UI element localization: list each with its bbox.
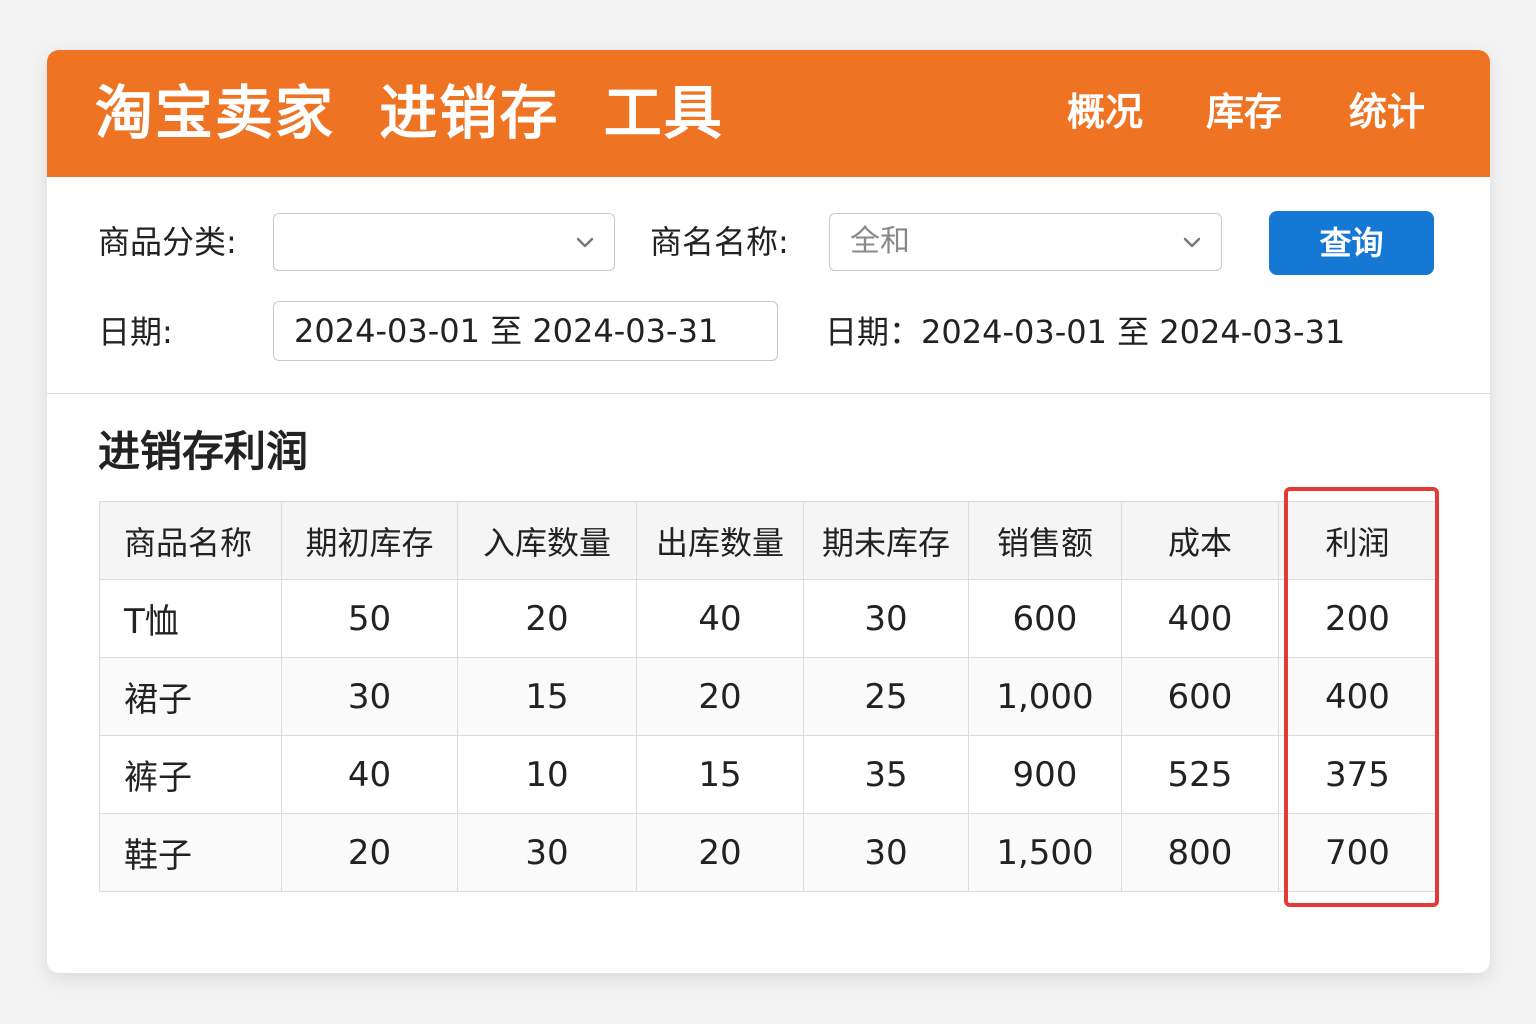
- date-range-value: 2024-03-01 至 2024-03-31: [294, 312, 719, 350]
- date-range-display: 日期：2024-03-01 至 2024-03-31: [825, 313, 1346, 351]
- table-cell: 200: [1278, 579, 1437, 658]
- table-cell: 40: [636, 579, 804, 658]
- table-cell: 15: [636, 735, 804, 814]
- table-cell: 400: [1121, 579, 1279, 658]
- table-cell: 525: [1121, 735, 1279, 814]
- nav-overview[interactable]: 概况: [1067, 88, 1143, 136]
- table-cell: 20: [281, 813, 458, 892]
- table-cell: 20: [457, 579, 637, 658]
- table-cell: 20: [636, 813, 804, 892]
- column-header: 出库数量: [636, 501, 804, 580]
- table-cell: 900: [968, 735, 1122, 814]
- column-header: 销售额: [968, 501, 1122, 580]
- category-select[interactable]: [273, 213, 615, 271]
- table-cell: 15: [457, 657, 637, 736]
- table-cell: 1,500: [968, 813, 1122, 892]
- filter-panel: 商品分类: 商名名称: 全和 查询 日期: 2024-03-01 至 2024-…: [47, 177, 1490, 394]
- column-header: 入库数量: [457, 501, 637, 580]
- table-cell: 30: [457, 813, 637, 892]
- table-cell: 600: [1121, 657, 1279, 736]
- table-row: 裙子 30 15 20 25 1,000 600 400: [99, 657, 1437, 736]
- column-header: 期未库存: [803, 501, 969, 580]
- table-cell: 鞋子: [99, 813, 282, 892]
- table-cell: 25: [803, 657, 969, 736]
- nav-statistics[interactable]: 统计: [1349, 88, 1425, 136]
- table-cell: 20: [636, 657, 804, 736]
- table-cell: 40: [281, 735, 458, 814]
- app-window: 淘宝卖家 进销存 工具 概况 库存 统计 商品分类: 商名名称: 全和 查询 日…: [47, 50, 1490, 973]
- product-name-select-value: 全和: [850, 224, 910, 259]
- column-header: 利润: [1278, 501, 1437, 580]
- table-cell: 裤子: [99, 735, 282, 814]
- table-cell: 400: [1278, 657, 1437, 736]
- chevron-down-icon: [1183, 237, 1201, 248]
- table-cell: 375: [1278, 735, 1437, 814]
- table-cell: 700: [1278, 813, 1437, 892]
- column-header: 商品名称: [99, 501, 282, 580]
- app-title: 淘宝卖家 进销存 工具: [95, 79, 724, 147]
- table-cell: 600: [968, 579, 1122, 658]
- table-row: 鞋子 20 30 20 30 1,500 800 700: [99, 813, 1437, 892]
- table-cell: 30: [281, 657, 458, 736]
- date-label: 日期:: [98, 313, 173, 351]
- query-button[interactable]: 查询: [1269, 211, 1434, 275]
- table-cell: 50: [281, 579, 458, 658]
- table-cell: 裙子: [99, 657, 282, 736]
- table-cell: 10: [457, 735, 637, 814]
- report-title: 进销存利润: [98, 427, 309, 476]
- table-cell: 30: [803, 579, 969, 658]
- date-range-input[interactable]: 2024-03-01 至 2024-03-31: [273, 301, 778, 361]
- product-name-select[interactable]: 全和: [829, 213, 1222, 271]
- table-cell: 35: [803, 735, 969, 814]
- table-cell: 1,000: [968, 657, 1122, 736]
- column-header: 期初库存: [281, 501, 458, 580]
- profit-table: 商品名称 期初库存 入库数量 出库数量 期未库存 销售额 成本 利润 T恤 50…: [99, 501, 1437, 892]
- table-header-row: 商品名称 期初库存 入库数量 出库数量 期未库存 销售额 成本 利润: [99, 501, 1437, 580]
- app-header: 淘宝卖家 进销存 工具 概况 库存 统计: [47, 50, 1490, 177]
- chevron-down-icon: [576, 237, 594, 248]
- table-cell: T恤: [99, 579, 282, 658]
- column-header: 成本: [1121, 501, 1279, 580]
- table-row: T恤 50 20 40 30 600 400 200: [99, 579, 1437, 658]
- category-label: 商品分类:: [98, 223, 237, 261]
- table-cell: 30: [803, 813, 969, 892]
- product-name-label: 商名名称:: [650, 223, 789, 261]
- table-row: 裤子 40 10 15 35 900 525 375: [99, 735, 1437, 814]
- nav-inventory[interactable]: 库存: [1206, 88, 1282, 136]
- table-cell: 800: [1121, 813, 1279, 892]
